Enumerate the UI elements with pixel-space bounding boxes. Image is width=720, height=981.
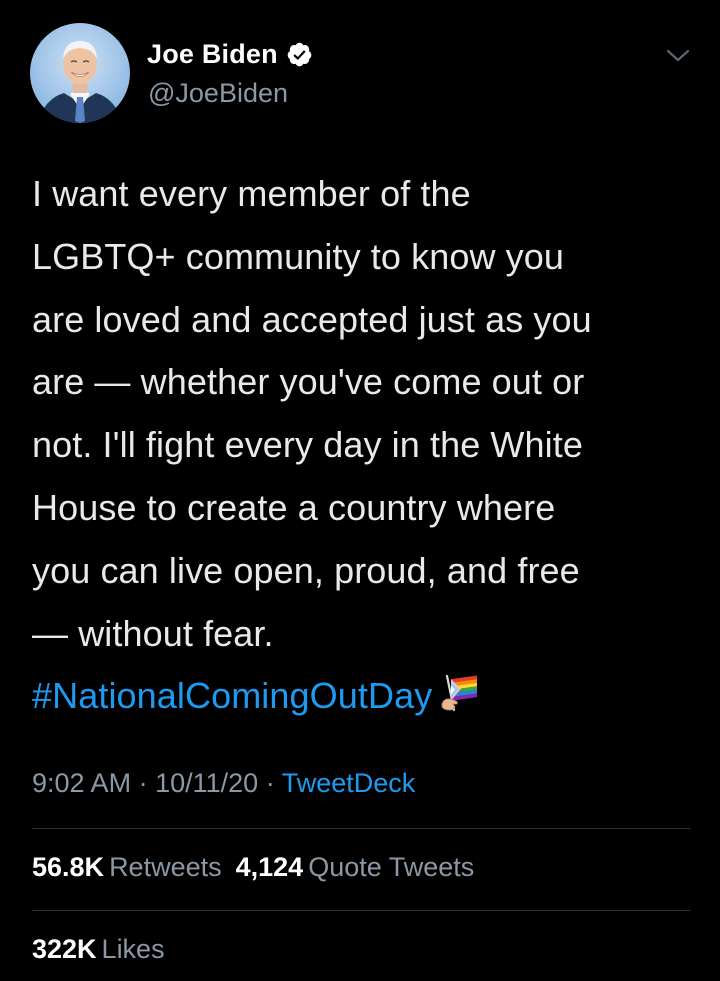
likes-stat[interactable]: 322K Likes: [32, 934, 165, 964]
tweet-text-line: — without fear.: [32, 612, 274, 654]
display-name[interactable]: Joe Biden: [147, 39, 278, 70]
likes-count: 322K: [32, 934, 97, 964]
tweet-text-line: LGBTQ+ community to know you: [32, 235, 565, 277]
meta-separator: ·: [138, 768, 148, 798]
avatar-image: [30, 23, 130, 123]
retweets-stat[interactable]: 56.8K Retweets: [32, 852, 222, 882]
tweet-text-line: are — whether you've come out or: [32, 361, 585, 403]
retweets-label: Retweets: [109, 852, 222, 882]
tweet-text-line: are loved and accepted just as you: [32, 298, 592, 340]
hashtag-line: #NationalComingOutDay: [32, 665, 696, 728]
tweet-meta: 9:02 AM · 10/11/20 · TweetDeck: [32, 768, 415, 799]
author-handle[interactable]: @JoeBiden: [148, 78, 288, 109]
tweet-text-line: not. I'll fight every day in the White: [32, 424, 583, 466]
engagement-stats-row: 56.8K Retweets 4,124 Quote Tweets: [32, 852, 474, 883]
tweet-text-line: you can live open, proud, and free: [32, 549, 580, 591]
chevron-down-icon[interactable]: [664, 46, 692, 66]
tweet-source[interactable]: TweetDeck: [282, 768, 416, 798]
verified-badge-icon: [287, 42, 312, 66]
tweet: Joe Biden @JoeBiden I want every member …: [0, 0, 720, 981]
avatar[interactable]: [30, 23, 130, 123]
likes-stats-row: 322K Likes: [32, 934, 165, 965]
quote-tweets-count: 4,124: [235, 852, 304, 882]
quote-tweets-stat[interactable]: 4,124 Quote Tweets: [236, 852, 475, 882]
tweet-date[interactable]: 10/11/20: [155, 768, 258, 798]
tweet-text: I want every member of the LGBTQ+ commun…: [32, 163, 696, 728]
likes-label: Likes: [101, 934, 165, 964]
tweet-text-line: I want every member of the: [32, 173, 471, 214]
hashtag-link[interactable]: #NationalComingOutDay: [32, 675, 432, 716]
divider: [32, 910, 690, 911]
tweet-text-line: House to create a country where: [32, 486, 556, 528]
divider: [32, 828, 690, 829]
author-name-row[interactable]: Joe Biden: [147, 36, 313, 72]
quote-tweets-label: Quote Tweets: [308, 852, 475, 882]
meta-separator: ·: [265, 768, 275, 798]
progress-pride-flag-emoji: [441, 675, 478, 712]
retweets-count: 56.8K: [32, 852, 105, 882]
tweet-time[interactable]: 9:02 AM: [32, 768, 131, 798]
